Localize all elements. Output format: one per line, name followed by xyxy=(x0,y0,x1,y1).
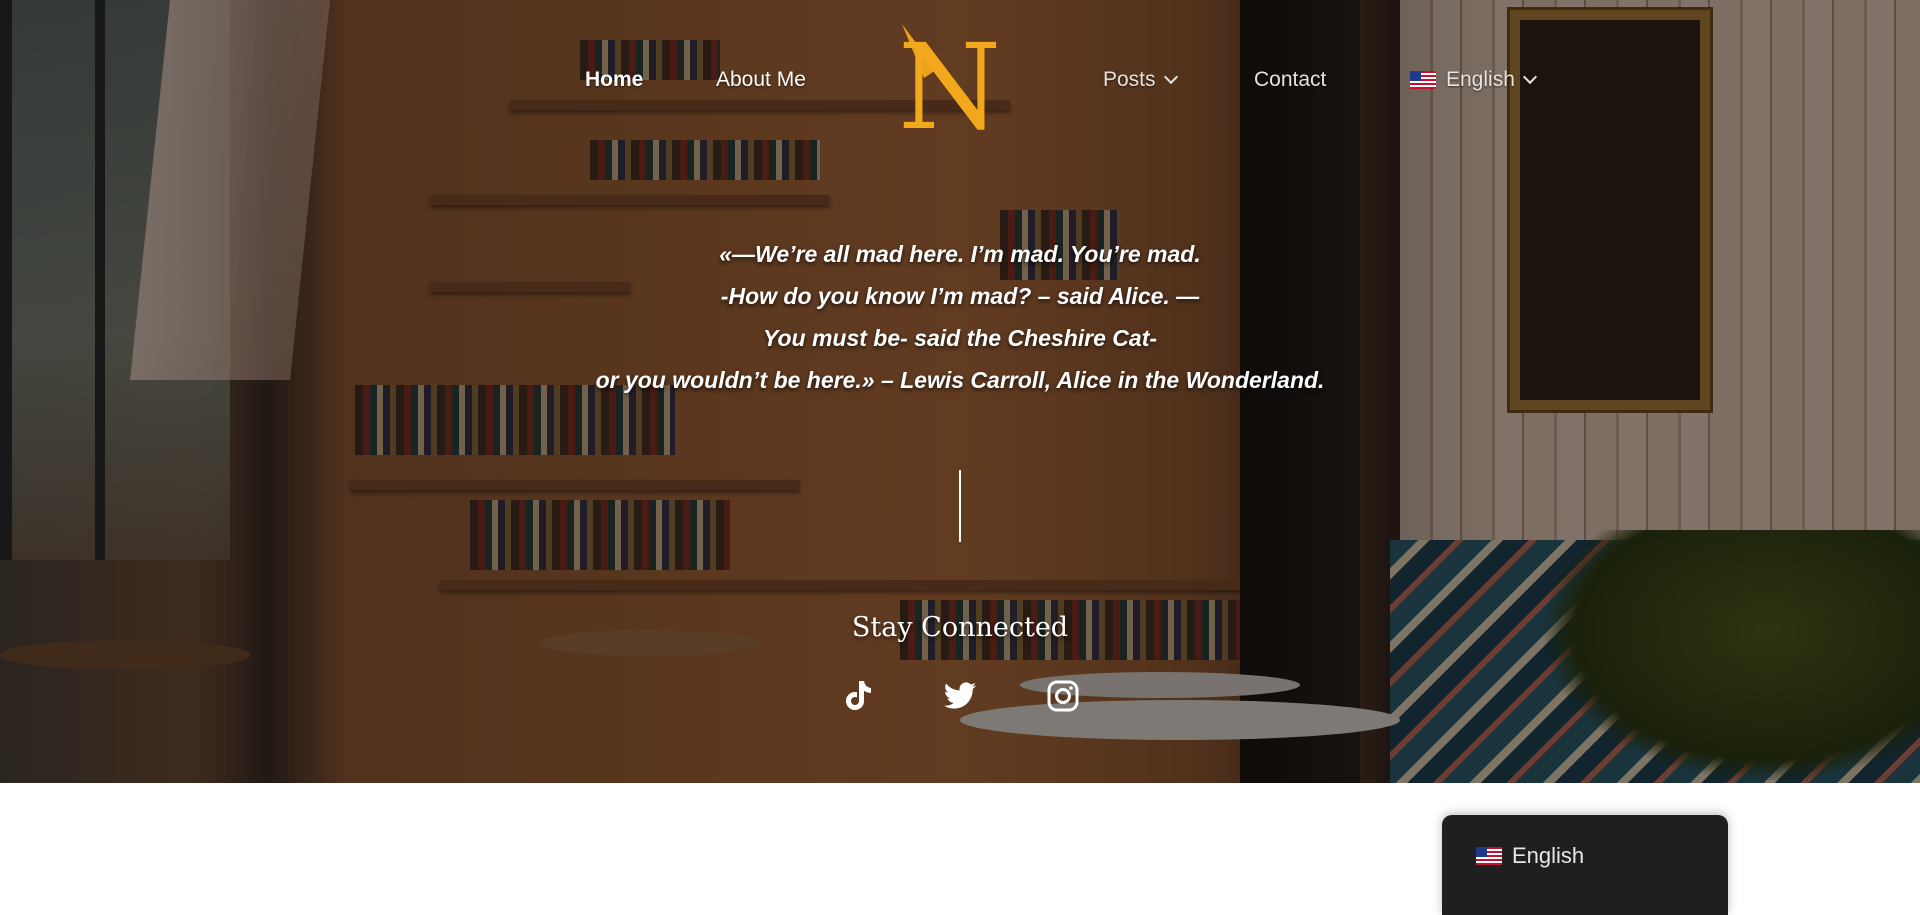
us-flag-icon xyxy=(1410,71,1436,89)
nav-home[interactable]: Home xyxy=(585,62,643,98)
svg-text:N: N xyxy=(898,18,1001,138)
nav-language-switcher[interactable]: English xyxy=(1410,62,1537,98)
site-logo[interactable]: N xyxy=(890,18,1010,156)
quote-line: or you wouldn’t be here.» – Lewis Carrol… xyxy=(595,367,1325,393)
quote-line: «—We’re all mad here. I’m mad. You’re ma… xyxy=(719,241,1201,267)
nav-posts-label: Posts xyxy=(1103,68,1156,91)
logo-mark: N xyxy=(898,18,1001,156)
nav-language-label: English xyxy=(1446,68,1515,91)
nav-contact-label: Contact xyxy=(1254,68,1327,91)
chevron-down-icon xyxy=(1163,69,1178,85)
stay-connected-heading: Stay Connected xyxy=(851,612,1069,643)
nav-about-label: About Me xyxy=(716,68,806,91)
language-option-english[interactable]: English xyxy=(1476,843,1584,869)
nav-contact[interactable]: Contact xyxy=(1254,62,1326,98)
hero-quote: «—We’re all mad here. I’m mad. You’re ma… xyxy=(460,233,1460,401)
nav-about-me[interactable]: About Me xyxy=(716,62,806,98)
instagram-icon xyxy=(1047,680,1079,712)
twitter-link[interactable] xyxy=(941,677,979,715)
quote-line: -How do you know I’m mad? – said Alice. … xyxy=(720,283,1200,309)
quote-line: You must be- said the Cheshire Cat- xyxy=(762,325,1158,351)
nav-posts[interactable]: Posts xyxy=(1103,62,1178,98)
instagram-link[interactable] xyxy=(1044,677,1082,715)
nav-home-label: Home xyxy=(585,68,644,91)
tiktok-icon xyxy=(846,681,871,710)
chevron-down-icon xyxy=(1522,69,1537,85)
vertical-divider xyxy=(959,470,961,542)
twitter-icon xyxy=(943,682,976,709)
us-flag-icon xyxy=(1476,847,1502,865)
language-switcher-popup: English xyxy=(1442,815,1728,915)
language-option-label: English xyxy=(1512,843,1585,868)
tiktok-link[interactable] xyxy=(838,677,876,715)
